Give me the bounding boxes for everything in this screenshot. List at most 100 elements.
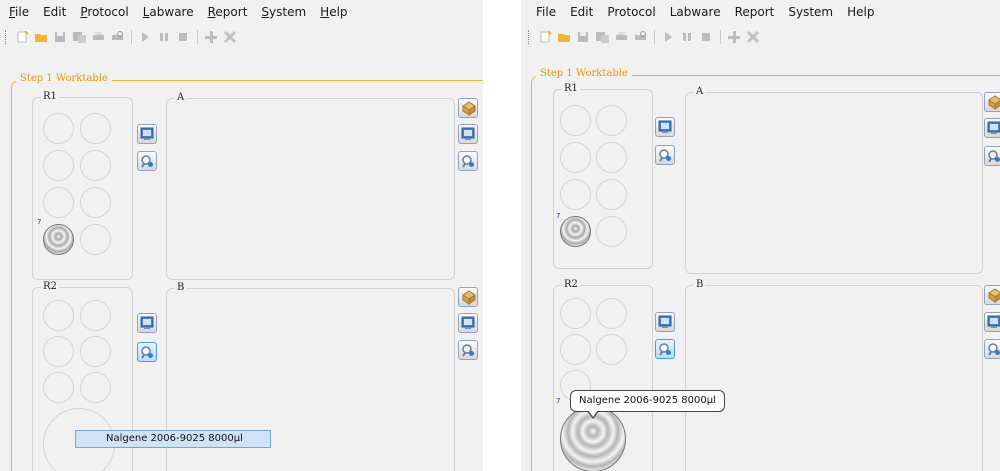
rack-search-button[interactable] — [137, 342, 157, 362]
menu-protocol[interactable]: Protocol — [80, 5, 128, 19]
tube-well[interactable] — [43, 224, 74, 255]
menu-system[interactable]: System — [788, 5, 833, 19]
menu-help[interactable]: Help — [847, 5, 874, 19]
rack-well[interactable] — [596, 105, 627, 136]
rack-view-button[interactable] — [655, 117, 675, 137]
menu-file[interactable]: File — [9, 5, 29, 19]
rack-well[interactable] — [560, 298, 591, 329]
tube-well[interactable] — [560, 216, 591, 247]
rack-well[interactable] — [560, 179, 591, 210]
area-view-button[interactable] — [458, 124, 478, 144]
rack-view-button[interactable] — [137, 124, 157, 144]
labware-tooltip-balloon: Nalgene 2006-9025 8000µl — [570, 390, 725, 412]
stop-icon[interactable] — [176, 31, 190, 43]
area-view-button[interactable] — [458, 313, 478, 333]
rack-view-button[interactable] — [655, 312, 675, 332]
plate-icon — [461, 100, 476, 116]
area-labware-button[interactable] — [458, 287, 478, 307]
print-preview-icon[interactable] — [110, 31, 124, 43]
add-icon[interactable] — [204, 31, 218, 43]
menu-edit[interactable]: Edit — [43, 5, 66, 19]
save-as-icon[interactable] — [595, 31, 609, 43]
rack-search-button[interactable] — [655, 339, 675, 359]
run-icon[interactable] — [661, 31, 675, 43]
rack-search-button[interactable] — [655, 145, 675, 165]
menu-edit[interactable]: Edit — [570, 5, 593, 19]
area-label: A — [175, 92, 187, 103]
rack-r2[interactable]: R2 7 — [553, 279, 653, 471]
magnifier-icon — [141, 346, 153, 359]
pause-icon[interactable] — [157, 31, 171, 43]
rack-well[interactable] — [596, 298, 627, 329]
area-labware-button[interactable] — [984, 92, 1000, 112]
new-icon[interactable] — [538, 31, 552, 43]
rack-well[interactable] — [596, 334, 627, 365]
monitor-icon — [987, 315, 1000, 328]
rack-well[interactable] — [596, 216, 627, 247]
rack-well[interactable] — [80, 372, 111, 403]
save-as-icon[interactable] — [72, 31, 86, 43]
open-icon[interactable] — [34, 31, 48, 43]
monitor-icon — [658, 315, 672, 328]
stop-icon[interactable] — [699, 31, 713, 43]
print-icon[interactable] — [91, 31, 105, 43]
menu-protocol[interactable]: Protocol — [607, 5, 655, 19]
menu-report[interactable]: Report — [735, 5, 775, 19]
magnifier-icon — [462, 155, 474, 168]
rack-well[interactable] — [596, 179, 627, 210]
menu-report[interactable]: Report — [208, 5, 248, 19]
rack-r1[interactable]: R1 7 — [553, 83, 653, 269]
rack-well[interactable] — [560, 334, 591, 365]
rack-well[interactable] — [43, 336, 74, 367]
delete-icon[interactable] — [746, 31, 760, 43]
area-view-button[interactable] — [984, 118, 1000, 138]
print-preview-icon[interactable] — [633, 31, 647, 43]
menu-labware[interactable]: Labware — [143, 5, 194, 19]
rack-search-button[interactable] — [137, 151, 157, 171]
rack-well[interactable] — [560, 142, 591, 173]
rack-well[interactable] — [43, 300, 74, 331]
rack-well[interactable] — [43, 113, 74, 144]
rack-well[interactable] — [80, 113, 111, 144]
rack-r1[interactable]: R1 7 — [32, 91, 133, 280]
toolbar — [525, 28, 765, 46]
rack-label: R1 — [562, 83, 580, 94]
rack-well[interactable] — [80, 224, 111, 255]
run-icon[interactable] — [138, 31, 152, 43]
menu-help[interactable]: Help — [320, 5, 347, 19]
pause-icon[interactable] — [680, 31, 694, 43]
menu-labware[interactable]: Labware — [670, 5, 721, 19]
rack-well[interactable] — [43, 187, 74, 218]
rack-well[interactable] — [43, 150, 74, 181]
tube-position-number: 7 — [556, 212, 561, 220]
right-window: File Edit Protocol Labware Report System… — [521, 0, 1000, 471]
area-a[interactable]: A — [166, 92, 455, 280]
new-icon[interactable] — [15, 31, 29, 43]
delete-icon[interactable] — [223, 31, 237, 43]
rack-well[interactable] — [80, 336, 111, 367]
area-labware-button[interactable] — [458, 98, 478, 118]
print-icon[interactable] — [614, 31, 628, 43]
rack-well[interactable] — [80, 300, 111, 331]
menu-system[interactable]: System — [261, 5, 306, 19]
menu-file[interactable]: File — [536, 5, 556, 19]
area-search-button[interactable] — [984, 339, 1000, 359]
area-view-button[interactable] — [984, 312, 1000, 332]
open-icon[interactable] — [557, 31, 571, 43]
save-icon[interactable] — [576, 31, 590, 43]
area-b[interactable]: B — [685, 279, 983, 471]
rack-well[interactable] — [596, 142, 627, 173]
area-a[interactable]: A — [685, 86, 983, 274]
area-search-button[interactable] — [458, 340, 478, 360]
rack-well[interactable] — [560, 105, 591, 136]
area-search-button[interactable] — [984, 146, 1000, 166]
rack-view-button[interactable] — [137, 313, 157, 333]
rack-label: R1 — [41, 91, 59, 102]
area-search-button[interactable] — [458, 151, 478, 171]
save-icon[interactable] — [53, 31, 67, 43]
area-labware-button[interactable] — [984, 285, 1000, 305]
rack-well[interactable] — [80, 187, 111, 218]
rack-well[interactable] — [80, 150, 111, 181]
add-icon[interactable] — [727, 31, 741, 43]
rack-well[interactable] — [43, 372, 74, 403]
